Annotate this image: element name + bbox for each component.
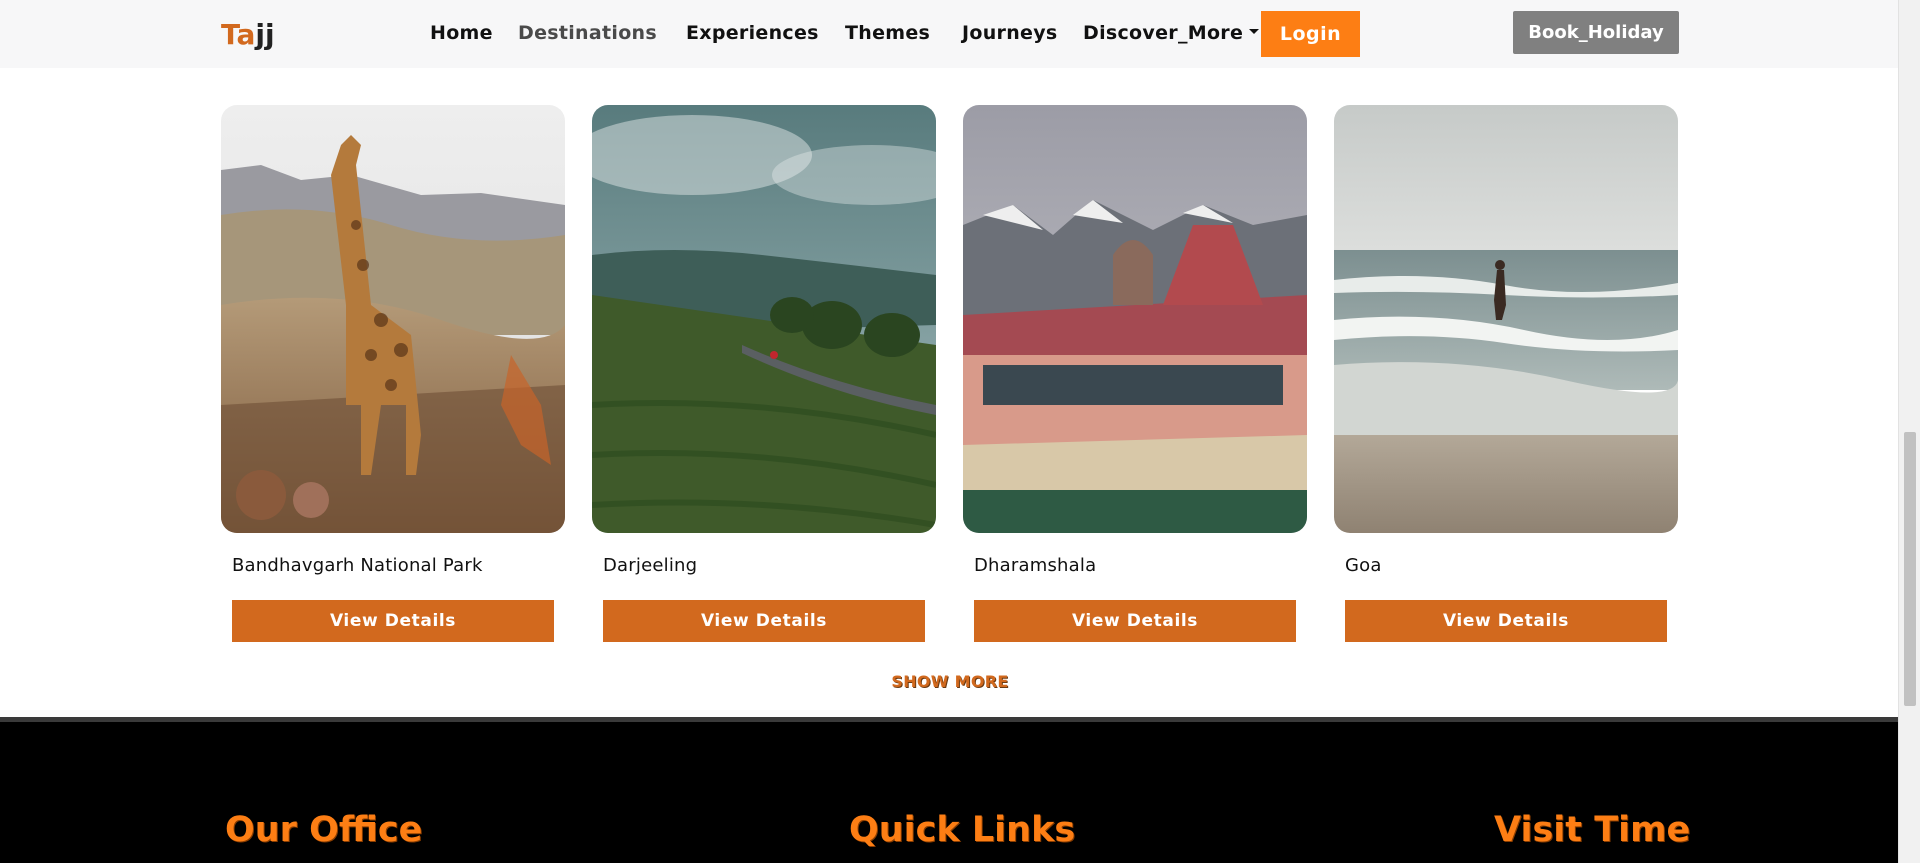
login-button[interactable]: Login (1261, 11, 1360, 57)
destination-name-darjeeling: Darjeeling (603, 555, 698, 576)
destination-image-bandhavgarh[interactable] (221, 105, 565, 533)
destination-name-goa: Goa (1345, 555, 1382, 576)
scrollbar-thumb[interactable] (1904, 432, 1916, 706)
nav-destinations[interactable]: Destinations (518, 22, 657, 44)
page-scrollbar[interactable] (1898, 0, 1920, 863)
footer-heading-visit-time: Visit Time (1494, 810, 1691, 850)
view-details-button-darjeeling[interactable]: View Details (603, 600, 925, 642)
footer: Our Office Quick Links Visit Time (0, 717, 1898, 863)
nav-home[interactable]: Home (430, 22, 493, 44)
view-details-button-dharamshala[interactable]: View Details (974, 600, 1296, 642)
destination-image-goa[interactable] (1334, 105, 1678, 533)
brand-part-2: jj (255, 18, 275, 51)
footer-heading-office: Our Office (225, 810, 423, 850)
show-more-button[interactable]: SHOW MORE (880, 672, 1020, 691)
destination-image-darjeeling[interactable] (592, 105, 936, 533)
navbar: Tajj Home Destinations Experiences Theme… (0, 0, 1898, 68)
nav-themes[interactable]: Themes (845, 22, 930, 44)
book-holiday-button[interactable]: Book_Holiday (1513, 11, 1679, 54)
nav-experiences[interactable]: Experiences (686, 22, 819, 44)
footer-heading-quick-links: Quick Links (849, 810, 1076, 850)
destination-name-dharamshala: Dharamshala (974, 555, 1097, 576)
brand-logo[interactable]: Tajj (221, 18, 275, 51)
view-details-button-goa[interactable]: View Details (1345, 600, 1667, 642)
nav-journeys[interactable]: Journeys (962, 22, 1058, 44)
destination-image-dharamshala[interactable] (963, 105, 1307, 533)
view-details-button-bandhavgarh[interactable]: View Details (232, 600, 554, 642)
destination-name-bandhavgarh: Bandhavgarh National Park (232, 555, 483, 576)
brand-part-1: Ta (221, 18, 256, 51)
chevron-down-icon (1249, 29, 1260, 34)
nav-discover-more[interactable]: Discover_More (1083, 22, 1260, 44)
nav-discover-more-label: Discover_More (1083, 22, 1244, 44)
